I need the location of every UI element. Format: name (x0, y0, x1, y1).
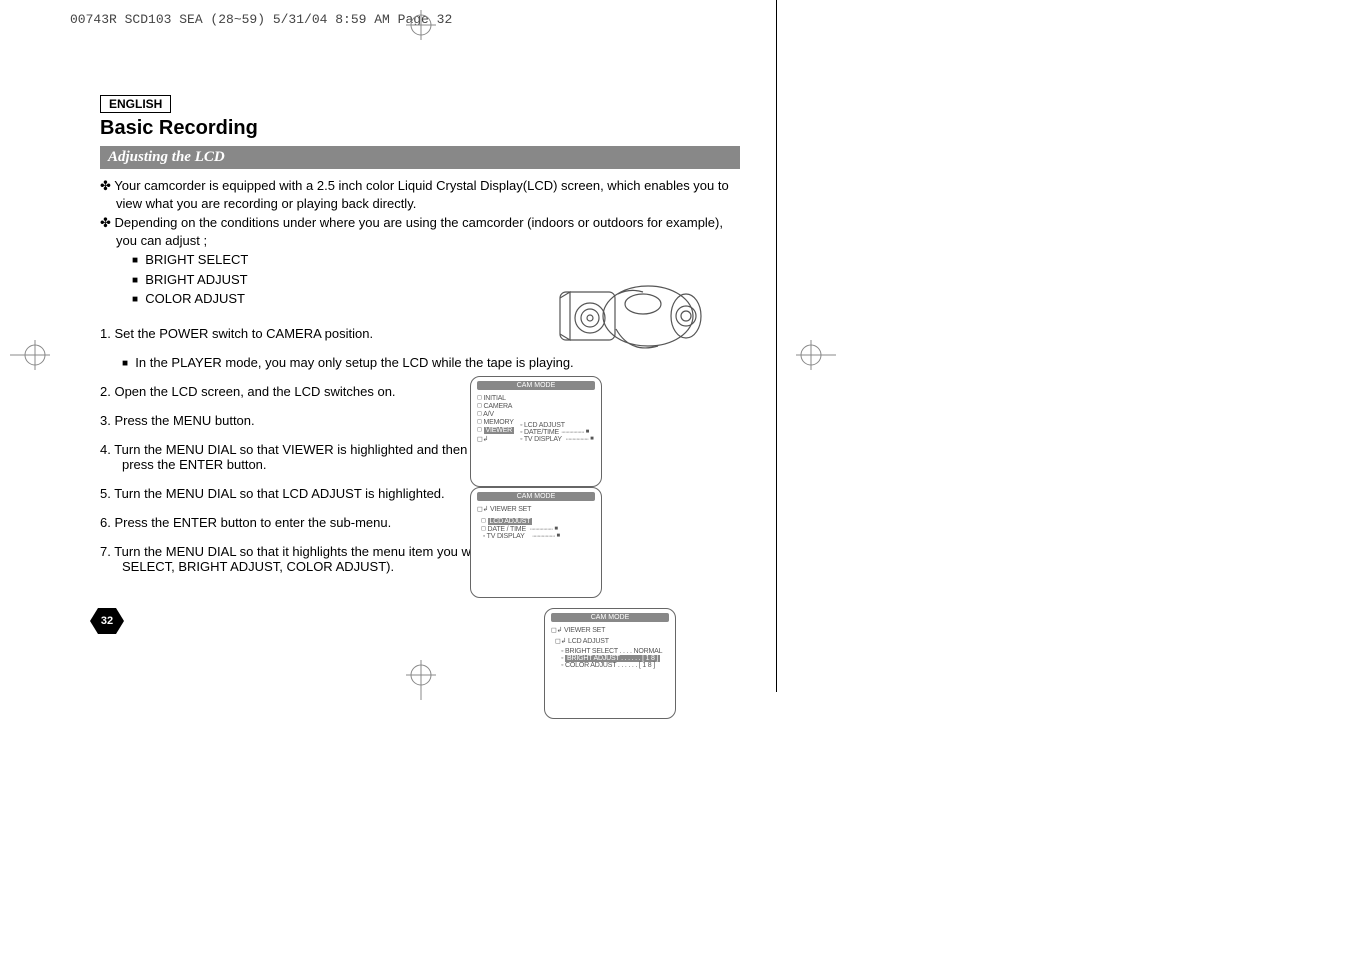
menu-header: VIEWER SET (490, 506, 531, 513)
list-item: ■ BRIGHT SELECT (100, 251, 740, 269)
intro-para-2: ✤ Depending on the conditions under wher… (100, 214, 740, 249)
intro-para-1: ✤ Your camcorder is equipped with a 2.5 … (100, 177, 740, 212)
return-icon: ◻↲ (477, 436, 488, 443)
bullet-bright-adjust: BRIGHT ADJUST (145, 272, 247, 287)
crop-mark-bottom (406, 660, 436, 690)
menu-value: [ 1 8 ] (639, 662, 655, 669)
crop-mark-left (10, 340, 40, 370)
bullet-bright-select: BRIGHT SELECT (145, 252, 248, 267)
menu-value: NORMAL (634, 648, 663, 655)
menu-figures: CAM MODE ◻ INITIAL ◻ CAMERA ◻ A/V ◻ MEMO… (470, 376, 750, 719)
menu-sub: LCD ADJUST (524, 422, 565, 429)
menu-title: CAM MODE (477, 381, 595, 390)
menu-title: CAM MODE (551, 613, 669, 622)
menu-value: [ 1 8 ] (642, 655, 658, 662)
menu-box-1: CAM MODE ◻ INITIAL ◻ CAMERA ◻ A/V ◻ MEMO… (470, 376, 602, 487)
section-subtitle: Adjusting the LCD (100, 146, 740, 169)
menu-box-2: CAM MODE ◻↲ VIEWER SET ◻ LCD ADJUST ◻ DA… (470, 487, 602, 598)
menu-item: A/V (483, 411, 494, 418)
return-icon: ◻↲ (555, 638, 566, 645)
menu-item-selected: LCD ADJUST (488, 518, 533, 525)
return-icon: ◻↲ (477, 506, 488, 513)
page-number-badge: 32 (90, 608, 124, 634)
intro-text-1: Your camcorder is equipped with a 2.5 in… (114, 178, 728, 211)
return-icon: ◻↲ (551, 627, 562, 634)
menu-item: BRIGHT SELECT . . . . (565, 648, 632, 655)
page-title: Basic Recording (100, 117, 740, 140)
bullet-color-adjust: COLOR ADJUST (145, 291, 245, 306)
menu-sub: TV DISPLAY (524, 436, 562, 443)
menu-item: MEMORY (484, 419, 514, 426)
print-slug: 00743R SCD103 SEA (28~59) 5/31/04 8:59 A… (70, 12, 452, 27)
step-1-note-text: In the PLAYER mode, you may only setup t… (135, 355, 573, 370)
menu-box-3: CAM MODE ◻↲ VIEWER SET ◻↲ LCD ADJUST ◦ B… (544, 608, 676, 719)
menu-item: CAMERA (484, 403, 513, 410)
step-4: 4. Turn the MENU DIAL so that VIEWER is … (100, 442, 492, 472)
step-5: 5. Turn the MENU DIAL so that LCD ADJUST… (100, 486, 492, 501)
menu-title: CAM MODE (477, 492, 595, 501)
step-6: 6. Press the ENTER button to enter the s… (100, 515, 492, 530)
menu-header: VIEWER SET (564, 627, 605, 634)
language-label: ENGLISH (100, 95, 171, 113)
intro-text-2: Depending on the conditions under where … (115, 215, 723, 248)
menu-item: INITIAL (484, 395, 506, 402)
menu-subheader: LCD ADJUST (568, 638, 609, 645)
crop-mark-top (406, 10, 436, 40)
menu-item: COLOR ADJUST . . . . . . (565, 662, 637, 669)
camera-illustration (558, 284, 708, 364)
menu-item-selected: VIEWER (484, 427, 514, 434)
menu-item: TV DISPLAY (487, 533, 525, 540)
menu-item-selected: BRIGHT ADJUST . . . . . . (567, 655, 640, 662)
menu-sub: DATE/TIME (524, 429, 559, 436)
page-divider (776, 0, 777, 692)
crop-mark-right (796, 340, 826, 370)
menu-item: DATE / TIME (488, 526, 526, 533)
page-number: 32 (90, 608, 124, 634)
